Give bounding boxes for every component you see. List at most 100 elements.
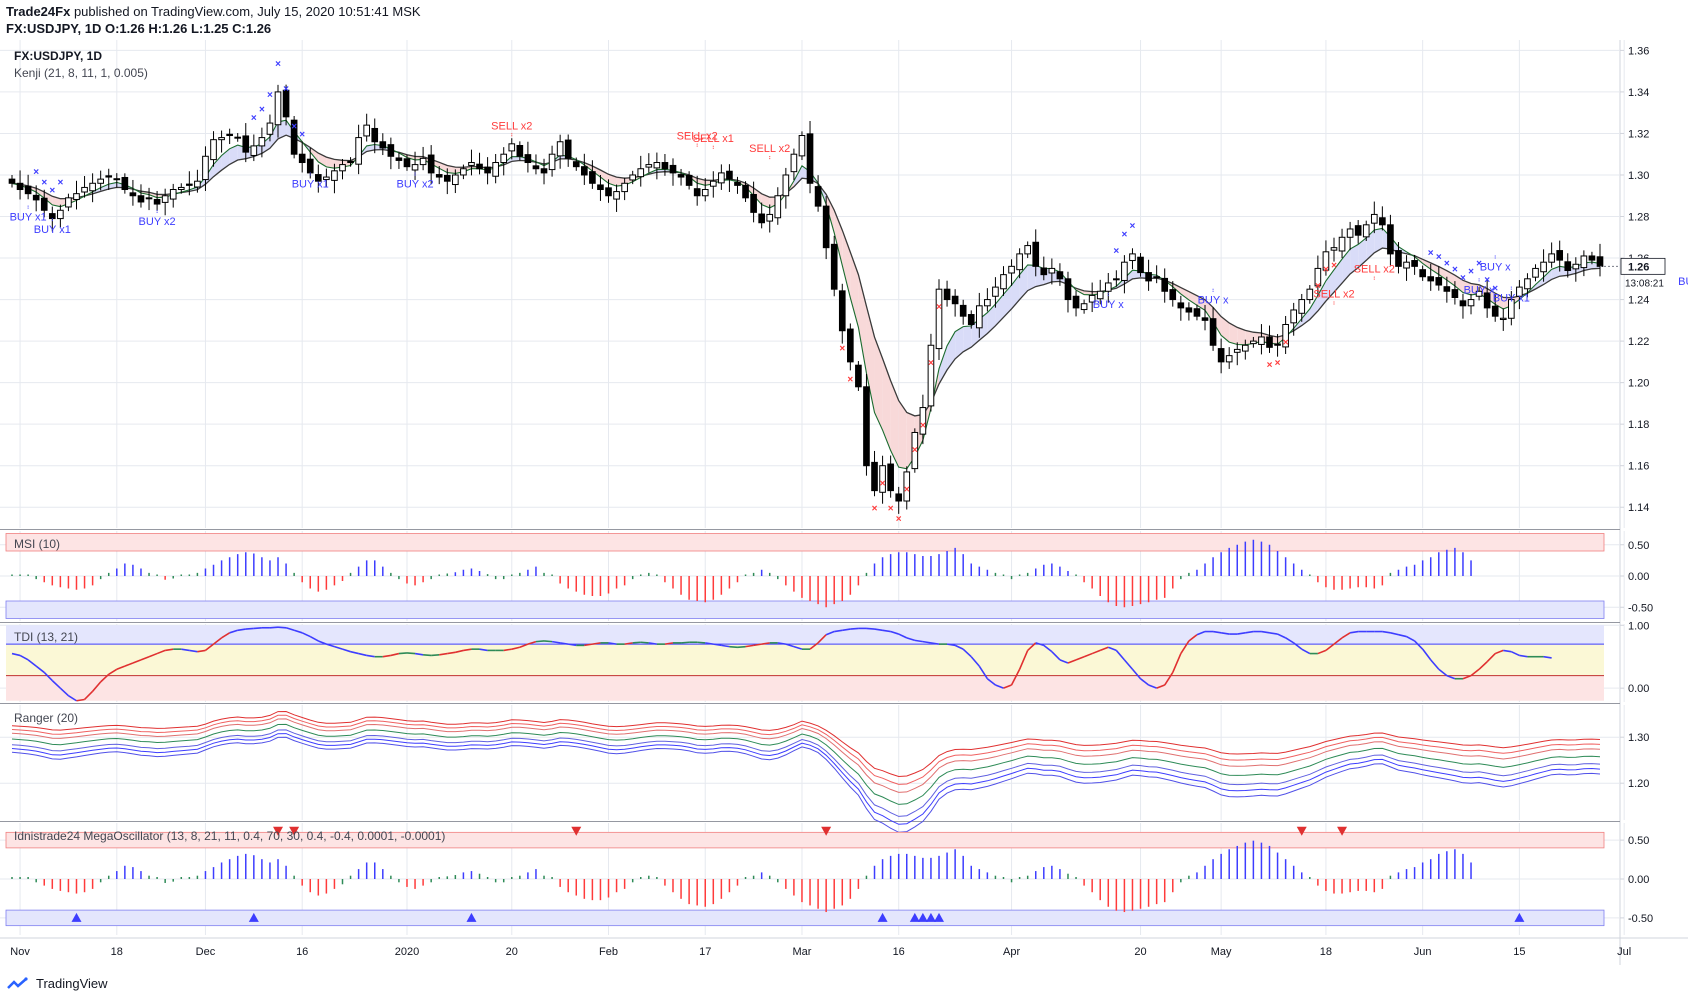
- candle-body: [1572, 263, 1580, 270]
- candle: [1064, 271, 1072, 313]
- candle: [1403, 255, 1410, 281]
- candle-body: [234, 136, 242, 139]
- candle: [89, 173, 96, 203]
- price-axis-label: 0.50: [1628, 540, 1649, 552]
- candle: [379, 133, 387, 156]
- candle: [613, 184, 620, 212]
- buy-signal-label: BUY x: [1464, 284, 1495, 296]
- candle: [1266, 325, 1273, 353]
- candle-body: [895, 493, 903, 502]
- candle: [887, 455, 894, 498]
- candle: [137, 184, 145, 208]
- tradingview-logo-icon[interactable]: [6, 976, 30, 991]
- candle: [1282, 315, 1289, 354]
- price-axis-label: 0.00: [1628, 571, 1649, 583]
- candle-body: [1169, 289, 1177, 301]
- tdi-line-segment: [640, 641, 649, 644]
- candle: [766, 204, 774, 233]
- buy-star-marker: ×: [41, 177, 47, 188]
- price-axis-label: 1.16: [1628, 461, 1649, 473]
- candle-body: [403, 158, 411, 168]
- candle-body: [339, 164, 346, 172]
- candle-body: [347, 160, 354, 164]
- candle-body: [516, 144, 524, 157]
- mega-lower-zone: [5, 909, 1605, 927]
- candle-body: [355, 137, 362, 165]
- buy-star-marker: ×: [299, 130, 305, 141]
- candle-body: [8, 178, 16, 184]
- time-axis-label: 15: [1513, 946, 1525, 958]
- candle-body: [556, 141, 564, 157]
- candle-body: [1548, 253, 1555, 263]
- buy-star-marker: ×: [1452, 265, 1458, 276]
- main-pane-title: FX:USDJPY, 1D: [14, 49, 102, 63]
- tradingview-brand: TradingView: [36, 976, 108, 991]
- candle-body: [1556, 250, 1564, 261]
- tdi-line-segment: [737, 645, 746, 649]
- sell-star-marker: ×: [912, 445, 918, 456]
- candle: [774, 187, 782, 225]
- candle-body: [927, 344, 935, 407]
- candle-body: [476, 163, 483, 170]
- candle-body: [887, 463, 894, 492]
- candle-body: [266, 122, 274, 135]
- sell-signal-label: SELL x2: [491, 120, 532, 132]
- candle: [419, 146, 427, 171]
- candle-body: [411, 164, 419, 171]
- candle-body: [1362, 224, 1370, 238]
- sell-signal-label: SELL x2: [749, 143, 790, 155]
- tdi-line-segment: [406, 652, 416, 655]
- time-axis-label: 20: [1134, 946, 1146, 958]
- ranger-band-line: [11, 733, 1601, 825]
- candle: [1532, 264, 1539, 282]
- candle-body: [153, 198, 161, 205]
- candle-body: [1064, 278, 1072, 301]
- candle-body: [1185, 307, 1193, 313]
- candle-body: [427, 154, 435, 174]
- price-axis-label: 1.20: [1628, 378, 1649, 390]
- buy-star-marker: ×: [1468, 267, 1474, 278]
- candle-body: [863, 386, 870, 467]
- candle: [492, 154, 499, 184]
- candle-body: [1330, 247, 1338, 251]
- candle-body: [871, 461, 878, 492]
- candle: [129, 179, 137, 206]
- candle-body: [1233, 348, 1241, 353]
- candle-body: [548, 153, 556, 171]
- candle-body: [1201, 317, 1209, 321]
- candle-body: [1121, 261, 1128, 281]
- buy-signal-label: BUY x1: [1493, 293, 1530, 305]
- candle-body: [1225, 355, 1233, 363]
- candle-body: [1072, 295, 1080, 309]
- candle-body: [177, 186, 185, 191]
- candle-body: [621, 182, 628, 193]
- candle-body: [589, 171, 596, 184]
- buy-signal-label: BUY x2: [139, 216, 176, 228]
- candle-body: [40, 197, 48, 211]
- candle: [1145, 259, 1152, 291]
- msi-oversold-zone: [5, 600, 1605, 619]
- candle-body: [782, 174, 790, 197]
- candle-body: [298, 153, 306, 164]
- chart-canvas[interactable]: Nov 18 Dec 16 2020 20 Feb 17 Mar 16 Apr 20 May 18 Jun 1…: [0, 0, 1688, 970]
- candle-body: [1403, 261, 1410, 269]
- candle-body: [1459, 300, 1467, 307]
- candle-body: [468, 162, 475, 166]
- candle: [1548, 242, 1555, 268]
- tdi-line-segment: [269, 626, 279, 629]
- candle: [847, 323, 854, 371]
- candle: [73, 180, 80, 210]
- candle-body: [1354, 225, 1362, 236]
- candle-body: [48, 213, 56, 220]
- candle: [669, 158, 677, 186]
- tdi-pane-title: TDI (13, 21): [14, 630, 78, 644]
- candle-body: [1290, 309, 1298, 324]
- candle-body: [613, 191, 620, 200]
- candle-body: [484, 166, 491, 174]
- candle-body: [774, 195, 782, 219]
- buy-signal-label: BUY x1: [34, 224, 71, 236]
- candle: [581, 153, 588, 185]
- buy-star-marker: ×: [291, 121, 297, 132]
- candle-body: [242, 135, 250, 153]
- candle-body: [16, 182, 24, 191]
